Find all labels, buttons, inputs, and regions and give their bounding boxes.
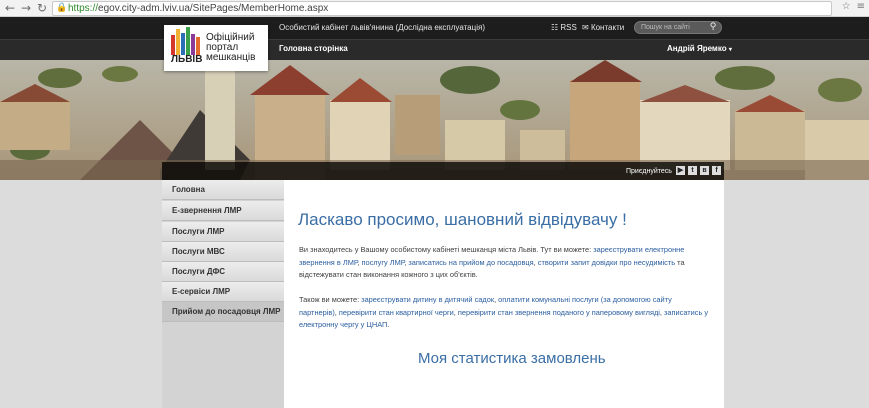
logo-text: Офіційний портал мешканців: [206, 33, 255, 63]
rss-label: RSS: [560, 23, 577, 32]
intro-paragraph: Ви знаходитесь у Вашому особистому кабін…: [299, 244, 709, 282]
youtube-icon[interactable]: ▶: [676, 166, 685, 175]
menu-icon[interactable]: ≡: [857, 1, 865, 12]
browser-toolbar: ← → ↻ 🔒 https:// egov.city-adm.lviv.ua/S…: [0, 0, 869, 17]
contacts-label: Контакти: [590, 23, 625, 32]
stats-title: Моя статистика замовлень: [418, 350, 606, 367]
mail-icon: ✉: [582, 23, 591, 32]
link-paper-appeal[interactable]: перевірити стан звернення поданого у пап…: [458, 308, 660, 317]
services-text-6: .: [387, 320, 390, 329]
sidebar-item-dfs-services[interactable]: Послуги ДФС: [162, 262, 284, 282]
rss-link[interactable]: ☷ RSS: [551, 23, 577, 32]
sidebar-item-official-appointment[interactable]: Прийом до посадовця ЛМР: [162, 302, 284, 322]
services-paragraph: Також ви можете: зареєструвати дитину в …: [299, 294, 709, 332]
link-housing-queue[interactable]: перевірити стан квартирної черги: [339, 308, 454, 317]
home-page-link[interactable]: Головна сторінка: [279, 44, 348, 53]
sidebar-item-home[interactable]: Головна: [162, 180, 284, 200]
vk-icon[interactable]: в: [700, 166, 709, 175]
reload-icon[interactable]: ↻: [34, 0, 50, 16]
twitter-icon[interactable]: t: [688, 166, 697, 175]
url-text: egov.city-adm.lviv.ua/SitePages/MemberHo…: [98, 3, 329, 14]
forward-icon[interactable]: →: [18, 0, 34, 16]
user-name: Андрій Яремко: [667, 44, 727, 53]
link-appointment[interactable]: записатись на прийом до посадовця: [408, 258, 533, 267]
sidebar-item-mvs-services[interactable]: Послуги МВС: [162, 242, 284, 262]
back-icon[interactable]: ←: [2, 0, 18, 16]
lock-icon: 🔒: [56, 3, 68, 13]
sidebar-item-e-services[interactable]: Е-сервіси ЛМР: [162, 282, 284, 302]
sidebar-item-e-appeals[interactable]: Е-звернення ЛМР: [162, 201, 284, 221]
join-label: Приєднуйтесь: [626, 168, 672, 175]
address-bar[interactable]: 🔒 https:// egov.city-adm.lviv.ua/SitePag…: [52, 1, 832, 16]
link-certificate-request[interactable]: створити запит довідки про несудимість: [538, 258, 675, 267]
user-menu[interactable]: Андрій Яремко ▾: [667, 44, 732, 53]
lviv-logo-icon: ЛЬВІВ: [169, 27, 203, 67]
logo-line-3: мешканців: [206, 52, 256, 63]
page-title: Ласкаво просимо, шановний відвідувачу !: [298, 210, 627, 229]
chevron-down-icon: ▾: [728, 47, 732, 53]
nav-bar: [0, 39, 869, 60]
intro-text-1: Ви знаходитесь у Вашому особистому кабін…: [299, 245, 594, 254]
rss-icon: ☷: [551, 23, 561, 32]
contacts-link[interactable]: ✉ Контакти: [582, 23, 624, 32]
sidebar-item-lmr-services[interactable]: Послуги ЛМР: [162, 222, 284, 242]
bookmark-icon[interactable]: ☆: [842, 1, 851, 12]
services-text-1: Також ви можете:: [299, 295, 362, 304]
portal-logo[interactable]: ЛЬВІВ Офіційний портал мешканців: [164, 25, 268, 71]
logo-word: ЛЬВІВ: [171, 54, 203, 65]
search-icon[interactable]: ⚲: [706, 22, 720, 33]
link-kindergarten[interactable]: зареєструвати дитину в дитячий садок: [361, 295, 494, 304]
link-lmr-service[interactable]: послугу ЛМР: [362, 258, 405, 267]
facebook-icon[interactable]: f: [712, 166, 721, 175]
cabinet-title: Особистий кабінет львів'янина (Дослідна …: [279, 23, 485, 32]
url-scheme: https://: [68, 3, 99, 14]
